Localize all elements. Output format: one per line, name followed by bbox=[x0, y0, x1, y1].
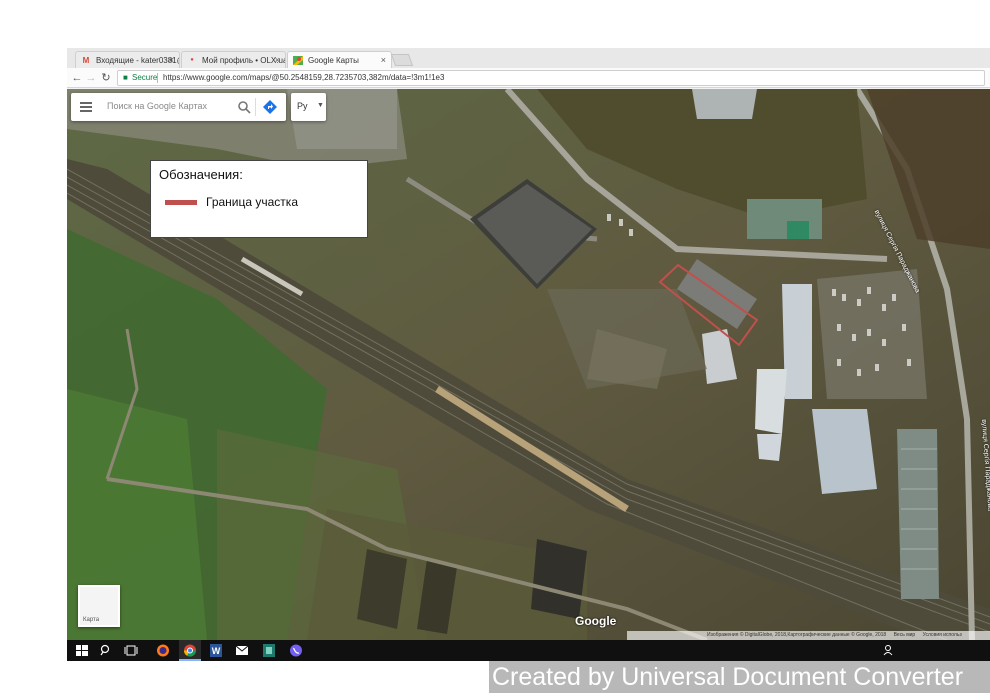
divider bbox=[255, 98, 256, 116]
svg-text:W: W bbox=[212, 646, 221, 656]
search-icon[interactable] bbox=[95, 640, 117, 661]
browser-window: M Входящие - kater0381@ × ● Мой профиль … bbox=[67, 48, 990, 640]
tab-olx[interactable]: ● Мой профиль • OLX.ua × bbox=[181, 51, 286, 68]
chevron-down-icon: ▼ bbox=[317, 102, 324, 109]
lock-icon: ■ bbox=[123, 73, 128, 82]
search-icon[interactable] bbox=[237, 100, 251, 114]
layer-switcher[interactable]: Карта bbox=[78, 585, 120, 627]
mail-icon[interactable] bbox=[231, 640, 253, 661]
close-icon[interactable]: × bbox=[169, 52, 174, 68]
map-attribution: Изображения © DigitalGlobe, 2018,Картогр… bbox=[627, 631, 990, 640]
satellite-map[interactable]: вулиця Сергія Параджанова вулиця Сергія … bbox=[67, 89, 990, 640]
secure-label: Secure bbox=[132, 73, 158, 82]
address-bar[interactable]: ■ Secure https://www.google.com/maps/@50… bbox=[117, 70, 985, 86]
close-icon[interactable]: × bbox=[275, 52, 280, 68]
legend-box: Обозначения: Граница участка bbox=[150, 160, 368, 238]
search-box[interactable]: Поиск на Google Картах bbox=[71, 93, 286, 121]
google-maps-icon bbox=[293, 56, 303, 65]
olx-icon: ● bbox=[190, 57, 194, 63]
search-input[interactable]: Поиск на Google Картах bbox=[107, 101, 207, 111]
parcel-boundary bbox=[658, 263, 759, 347]
person-icon[interactable] bbox=[877, 640, 899, 661]
chrome-icon[interactable] bbox=[179, 640, 201, 661]
forward-icon[interactable]: → bbox=[84, 70, 98, 86]
browser-toolbar: ← → ↻ ■ Secure https://www.google.com/ma… bbox=[67, 68, 990, 88]
windows-start-icon[interactable] bbox=[71, 640, 93, 661]
new-tab-button[interactable] bbox=[390, 54, 414, 66]
firefox-icon[interactable] bbox=[152, 640, 174, 661]
layer-label: Карта bbox=[83, 617, 100, 623]
reload-icon[interactable]: ↻ bbox=[99, 70, 113, 86]
divider bbox=[157, 73, 158, 83]
legend-item-label: Граница участка bbox=[206, 195, 298, 209]
menu-icon[interactable] bbox=[80, 102, 92, 112]
task-view-icon[interactable] bbox=[120, 640, 142, 661]
scale-link[interactable]: Весь мир bbox=[894, 632, 916, 638]
gmail-icon: M bbox=[82, 56, 90, 65]
tab-label: Мой профиль • OLX.ua bbox=[202, 56, 286, 65]
terms-link[interactable]: Условия использ bbox=[923, 632, 962, 638]
app-icon[interactable] bbox=[258, 640, 280, 661]
tab-strip: M Входящие - kater0381@ × ● Мой профиль … bbox=[67, 48, 990, 68]
watermark: Created by Universal Document Converter bbox=[489, 661, 990, 693]
close-icon[interactable]: × bbox=[381, 52, 386, 68]
windows-taskbar: W bbox=[67, 640, 990, 661]
url-text[interactable]: https://www.google.com/maps/@50.2548159,… bbox=[163, 71, 444, 85]
word-icon[interactable]: W bbox=[205, 640, 227, 661]
back-icon[interactable]: ← bbox=[70, 70, 84, 86]
google-logo: Google bbox=[575, 614, 617, 628]
tab-label: Входящие - kater0381@ bbox=[96, 56, 180, 65]
tab-google-maps[interactable]: Google Карты × bbox=[287, 51, 392, 68]
viber-icon[interactable] bbox=[285, 640, 307, 661]
legend-title: Обозначения: bbox=[159, 167, 243, 182]
language-label: Ру bbox=[297, 101, 308, 111]
tab-label: Google Карты bbox=[308, 56, 359, 65]
language-selector[interactable]: Ру ▼ bbox=[291, 93, 326, 121]
directions-icon[interactable] bbox=[262, 99, 278, 115]
attribution-text: Изображения © DigitalGlobe, 2018,Картогр… bbox=[707, 632, 887, 638]
tab-gmail[interactable]: M Входящие - kater0381@ × bbox=[75, 51, 180, 68]
legend-swatch bbox=[165, 200, 197, 205]
